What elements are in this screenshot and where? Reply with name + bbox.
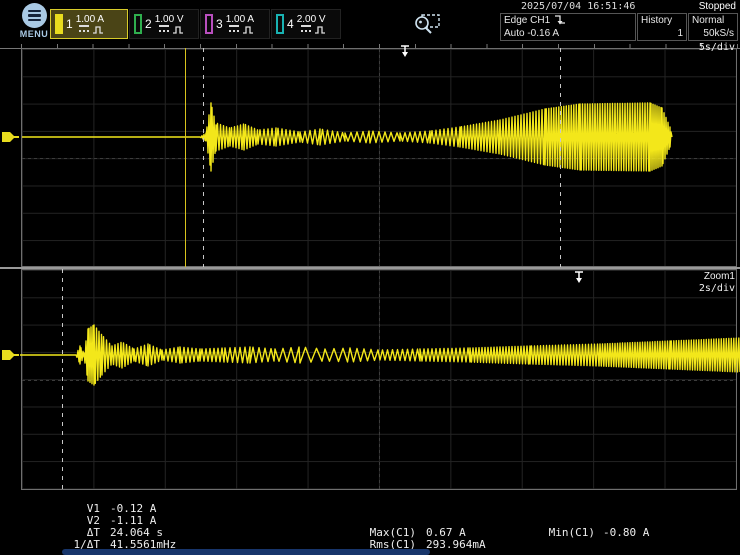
probe-icon	[93, 26, 104, 34]
acquisition-mode-box[interactable]: Normal 50kS/s	[688, 13, 738, 41]
channel-4-box[interactable]: 4 2.00 V	[271, 9, 341, 39]
sample-rate: 50kS/s	[703, 28, 734, 39]
dc-coupling-icon	[300, 25, 311, 34]
probe-icon	[314, 26, 325, 34]
datetime: 2025/07/04 16:51:46	[521, 1, 636, 12]
measurement-row: Min(C1) -0.80 A	[543, 526, 650, 539]
channel-3-scale: 1.00 A	[225, 14, 255, 25]
zoom-timebase-readout: 2s/div	[698, 283, 735, 294]
channel-2-scale: 1.00 V	[154, 14, 184, 25]
trigger-slope-icon	[555, 15, 566, 25]
channel-1-color-bar	[55, 14, 63, 34]
channel-1-number: 1	[66, 17, 73, 31]
bottom-scroll-indicator[interactable]	[62, 549, 430, 555]
channel-3-number: 3	[216, 17, 223, 31]
history-label: History	[641, 15, 673, 26]
channel-3-box[interactable]: 3 1.00 A	[200, 9, 270, 39]
history-box[interactable]: History 1	[637, 13, 687, 41]
time-cursor-2[interactable]	[560, 48, 561, 267]
ch1-position-marker[interactable]	[1, 129, 19, 145]
probe-icon	[243, 26, 254, 34]
rms-c1-value: 293.964mA	[426, 538, 486, 551]
acquisition-status: Stopped	[698, 1, 736, 12]
channel-1-box[interactable]: 1 1.00 A	[50, 9, 128, 39]
auto-measurements-center: Max(C1) 0.67 A Rms(C1) 293.964mA	[352, 527, 486, 551]
zoom-trigger-position-marker	[575, 271, 583, 283]
channel-4-color-bar	[276, 14, 284, 34]
oscilloscope-screen: MENU 1 1.00 A 2 1.00 V 3 1.00 A 4 2.00 V…	[0, 0, 740, 555]
dc-coupling-icon	[229, 25, 240, 34]
channel-2-number: 2	[145, 17, 152, 31]
center-gridline-vertical	[379, 49, 380, 266]
trigger-position-marker	[401, 45, 409, 57]
channel-2-box[interactable]: 2 1.00 V	[129, 9, 199, 39]
channel-4-number: 4	[287, 17, 294, 31]
acquisition-mode: Normal	[692, 15, 725, 26]
channel-1-scale: 1.00 A	[75, 14, 105, 25]
menu-button[interactable]: MENU	[14, 3, 54, 39]
zoom-time-cursor[interactable]	[62, 269, 63, 490]
trigger-level: Auto -0.16 A	[504, 28, 560, 39]
channel-4-scale: 2.00 V	[296, 14, 326, 25]
trigger-mode: Edge CH1	[504, 15, 551, 26]
time-cursor-1[interactable]	[203, 48, 204, 267]
zoom-search-icon[interactable]	[412, 12, 442, 41]
channel-3-color-bar	[205, 14, 213, 34]
cursor-measurements: V1 -0.12 A V2 -1.11 A ΔT 24.064 s 1/ΔT 4…	[58, 503, 177, 551]
center-gridline-vertical	[379, 270, 380, 489]
main-timebase-readout: 5s/div	[698, 42, 735, 53]
main-waveform-pane	[21, 48, 737, 267]
channel-2-color-bar	[134, 14, 142, 34]
zoom-pane-label: Zoom1	[703, 271, 735, 282]
dc-coupling-icon	[158, 25, 169, 34]
menu-icon	[21, 3, 47, 28]
ch1-zoom-position-marker[interactable]	[1, 347, 19, 363]
zoom-position-cursor[interactable]	[185, 48, 186, 267]
min-c1-value: -0.80 A	[603, 526, 650, 539]
auto-measurements-right: Min(C1) -0.80 A	[543, 526, 650, 539]
history-value: 1	[677, 28, 683, 39]
zoom-waveform-pane	[21, 269, 737, 490]
probe-icon	[172, 26, 183, 34]
trigger-settings-box[interactable]: Edge CH1 Auto -0.16 A	[500, 13, 636, 41]
dc-coupling-icon	[79, 25, 90, 34]
min-c1-label: Min(C1)	[548, 526, 595, 539]
menu-label: MENU	[19, 29, 49, 39]
